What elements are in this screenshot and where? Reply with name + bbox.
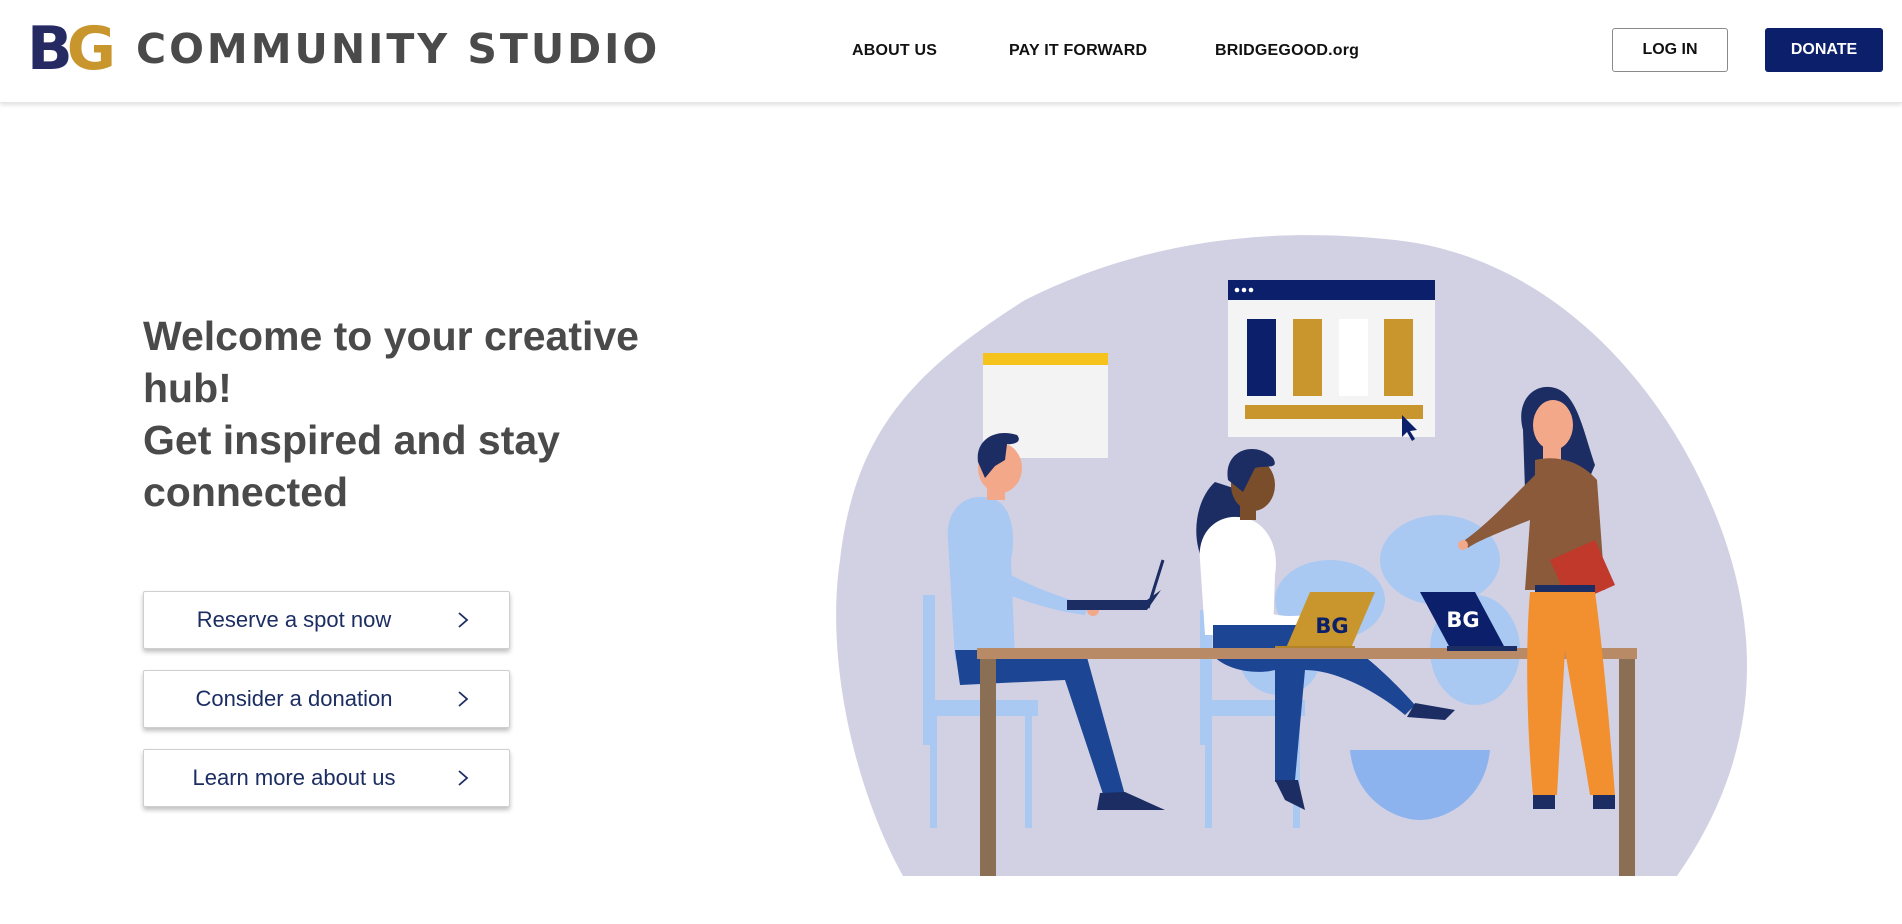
- site-header: BG COMMUNITY STUDIO ABOUT US PAY IT FORW…: [0, 0, 1902, 103]
- learn-more-button[interactable]: Learn more about us: [143, 749, 510, 807]
- nav-about-us[interactable]: ABOUT US: [852, 42, 937, 60]
- reserve-spot-button[interactable]: Reserve a spot now: [143, 591, 510, 649]
- nav-pay-it-forward[interactable]: PAY IT FORWARD: [1009, 42, 1147, 60]
- donate-button[interactable]: DONATE: [1765, 28, 1883, 72]
- headline-line-2: Get inspired and stay: [143, 417, 560, 463]
- laptop-logo-gold: BG: [1315, 614, 1348, 638]
- cta-label: Consider a donation: [195, 686, 393, 711]
- nav-bridgegood[interactable]: BRIDGEGOOD.org: [1215, 42, 1359, 60]
- headline-line-3: connected: [143, 469, 349, 515]
- headline-line-1: Welcome to your creative hub!: [143, 313, 639, 411]
- cta-label: Learn more about us: [192, 765, 396, 790]
- chevron-right-icon: [458, 770, 469, 786]
- cta-label: Reserve a spot now: [196, 607, 392, 632]
- chevron-right-icon: [458, 612, 469, 628]
- laptop-logo-navy: BG: [1446, 608, 1479, 632]
- logo-letter-g: G: [66, 14, 116, 84]
- hero-headline: Welcome to your creative hub! Get inspir…: [143, 310, 703, 518]
- logo-letter-b: B: [27, 14, 73, 84]
- consider-donation-button[interactable]: Consider a donation: [143, 670, 510, 728]
- site-logo[interactable]: BG COMMUNITY STUDIO: [27, 19, 661, 79]
- hero-illustration: BG BG: [836, 235, 1747, 876]
- site-name: COMMUNITY STUDIO: [135, 25, 661, 73]
- chevron-right-icon: [458, 691, 469, 707]
- bg-logo-mark: BG: [27, 19, 116, 79]
- login-button[interactable]: LOG IN: [1612, 28, 1728, 72]
- wall-bar-chart-card: [1228, 280, 1435, 437]
